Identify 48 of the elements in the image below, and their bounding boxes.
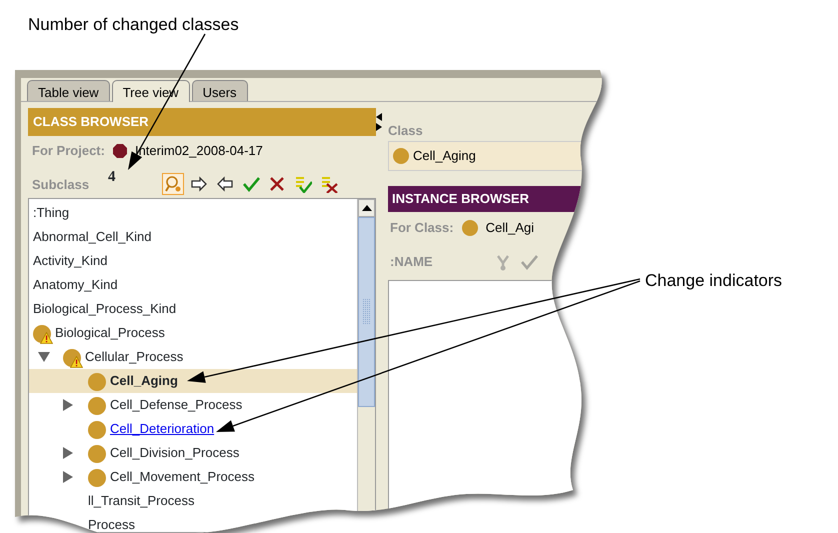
tree-item[interactable]: Cell_Deterioration [29,416,357,440]
class-name: Cell_Agi [486,218,534,237]
class-icon [88,445,106,464]
class-icon [88,397,106,416]
class-icon [88,469,106,488]
class-icon [88,421,106,440]
tree-item[interactable]: Activity_Kind [29,248,357,272]
field-label: Class [388,122,424,140]
expand-arrow-icon[interactable] [63,470,73,482]
left-arrow-icon [216,174,234,192]
expand-arrow-icon[interactable] [63,398,73,410]
class-icon [88,373,106,392]
tree-item[interactable]: Abnormal_Cell_Kind [29,224,357,248]
class-icon [462,220,478,236]
tree-item[interactable]: :Thing [29,200,357,224]
tab[interactable]: Table view [27,80,110,101]
field-label: For Project: [32,142,105,160]
cross-list-icon [320,174,338,192]
right-arrow-icon [190,174,208,192]
cross-icon [268,174,286,192]
splitter-arrows-icon[interactable] [376,112,382,131]
tree-item[interactable]: Cellular_Process [29,344,357,368]
tree-item[interactable]: Cell_Aging [29,368,357,392]
tree-item[interactable]: Cell_Movement_Process [29,464,357,488]
tab[interactable]: Users [192,80,248,101]
field-label: For Class: [390,218,454,237]
collapse-arrow-icon[interactable] [38,352,50,362]
tree-item[interactable]: Cell_Defense_Process [29,392,357,416]
tree-item[interactable]: Biological_Process_Kind [29,296,357,320]
project-icon [112,144,127,158]
annotation-label: Change indicators [645,270,782,292]
class-icon [393,148,409,164]
annotation-label: Number of changed classes [28,14,239,36]
tree-item[interactable]: Cell_Division_Process [29,440,357,464]
tree-item[interactable]: Anatomy_Kind [29,272,357,296]
expand-arrow-icon[interactable] [63,446,73,458]
tree-item[interactable]: ll_Transit_Process [29,488,357,512]
tree-item[interactable]: Biological_Process [29,320,357,344]
tree-item[interactable]: Process [29,512,357,532]
check-icon [242,174,260,192]
change-count: 4 [108,168,116,187]
grip-icon[interactable] [362,298,370,324]
column-header: :NAME [390,252,434,271]
panel-header: CLASS BROWSER [28,108,376,136]
check-list-icon [294,174,312,192]
scroll-up-icon[interactable] [362,204,372,210]
search-icon [164,174,182,192]
field-label: Subclass [32,176,90,194]
